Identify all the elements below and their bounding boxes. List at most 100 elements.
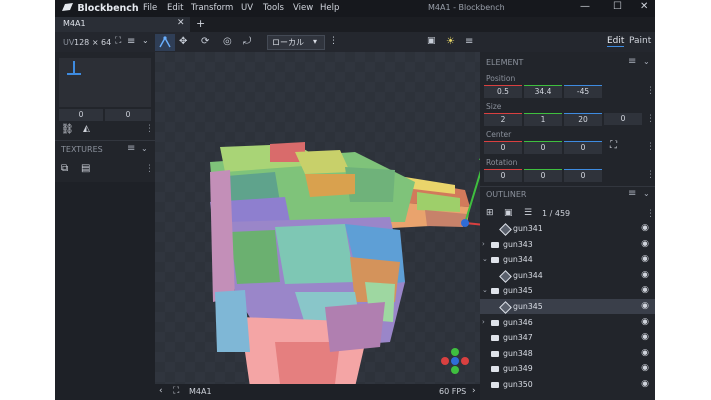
new-tab-button[interactable]: +	[196, 17, 205, 30]
menu-help[interactable]: Help	[320, 3, 339, 13]
mode-tab-paint[interactable]: Paint	[629, 36, 651, 46]
transform-space-select[interactable]: ローカル ▾	[267, 35, 325, 50]
lighting-icon[interactable]: ☀	[446, 36, 455, 47]
rotate-icon[interactable]: ⟳	[201, 36, 209, 47]
center-x-field[interactable]: 0	[484, 141, 522, 154]
maximize-button[interactable]: ☐	[613, 1, 622, 12]
visibility-eye-icon[interactable]: ◉	[641, 332, 649, 342]
rotation-y-field[interactable]: 0	[524, 169, 562, 182]
outliner-row[interactable]: › gun346 ◉	[480, 315, 655, 330]
mode-tab-edit[interactable]: Edit	[607, 36, 625, 47]
menu-edit[interactable]: Edit	[167, 3, 183, 13]
uv-more-icon[interactable]: ⋮	[145, 124, 154, 134]
textures-more-icon[interactable]: ⋮	[145, 164, 154, 174]
menu-view[interactable]: View	[293, 3, 313, 13]
visibility-eye-icon[interactable]: ◉	[641, 317, 649, 327]
uv-chevron-down-icon[interactable]: ⌄	[142, 36, 149, 45]
minimize-button[interactable]: —	[580, 1, 590, 12]
position-z-field[interactable]: -45	[564, 85, 602, 98]
center-y-field[interactable]: 0	[524, 141, 562, 154]
outliner-row[interactable]: gun347 ◉	[480, 330, 655, 345]
chevron-down-icon[interactable]: ⌄	[482, 255, 488, 263]
position-more-icon[interactable]: ⋮	[646, 86, 655, 96]
outliner-menu-icon[interactable]: ≡	[628, 188, 636, 199]
uv-canvas[interactable]	[59, 58, 151, 107]
screenshot-icon[interactable]: ▣	[427, 36, 436, 46]
outliner-row-label: gun341	[513, 224, 543, 233]
size-y-field[interactable]: 1	[524, 113, 562, 126]
outliner-row[interactable]: ⌄ gun345 ◉	[480, 283, 655, 298]
size-z-field[interactable]: 20	[564, 113, 602, 126]
visibility-eye-icon[interactable]: ◉	[641, 223, 649, 233]
uv-menu-icon[interactable]: ≡	[127, 36, 135, 47]
link-icon[interactable]: ⛓	[61, 124, 74, 135]
outliner-row[interactable]: › gun343 ◉	[480, 237, 655, 252]
add-texture-icon[interactable]: ⧉	[61, 163, 68, 174]
center-pivot-icon[interactable]: ⛶	[610, 140, 617, 151]
size-x-field[interactable]: 2	[484, 113, 522, 126]
pivot-icon[interactable]: ◎	[223, 36, 232, 47]
select-caret-icon: ▾	[313, 37, 318, 46]
status-chevron-left-icon[interactable]: ‹	[159, 386, 163, 396]
viewport-status-bar: ‹ ⛶ M4A1 60 FPS ›	[155, 384, 480, 400]
rotation-x-field[interactable]: 0	[484, 169, 522, 182]
outliner-row-label: gun345	[503, 286, 533, 296]
outliner-row-label: gun348	[503, 348, 533, 358]
more-options-icon[interactable]: ⋮	[329, 36, 338, 46]
inflate-field[interactable]: 0	[604, 113, 642, 125]
resize-icon[interactable]: ⤾	[243, 36, 251, 47]
rotation-more-icon[interactable]: ⋮	[646, 170, 655, 180]
move-tool-button[interactable]	[155, 34, 175, 51]
tab-m4a1[interactable]: M4A1 ✕	[55, 17, 190, 33]
menu-uv[interactable]: UV	[241, 3, 253, 13]
size-more-icon[interactable]: ⋮	[646, 114, 655, 124]
outliner-chevron-down-icon[interactable]: ⌄	[643, 189, 650, 198]
add-group-icon[interactable]: ▣	[504, 208, 513, 218]
status-chevron-right-icon[interactable]: ›	[472, 386, 476, 396]
visibility-eye-icon[interactable]: ◉	[641, 379, 649, 389]
position-x-field[interactable]: 0.5	[484, 85, 522, 98]
folder-icon	[491, 382, 499, 388]
tab-close-icon[interactable]: ✕	[177, 18, 185, 28]
chevron-right-icon[interactable]: ›	[482, 318, 485, 326]
textures-chevron-down-icon[interactable]: ⌄	[141, 144, 148, 153]
mirror-icon[interactable]: ◭	[83, 124, 90, 134]
visibility-eye-icon[interactable]: ◉	[641, 239, 649, 249]
center-more-icon[interactable]: ⋮	[646, 142, 655, 152]
element-chevron-down-icon[interactable]: ⌄	[643, 57, 650, 66]
menu-file[interactable]: File	[143, 3, 157, 13]
outliner-more-icon[interactable]: ⋮	[646, 209, 655, 219]
uv-fullscreen-icon[interactable]: ⛶	[115, 36, 121, 46]
visibility-eye-icon[interactable]: ◉	[641, 285, 649, 295]
3d-viewport[interactable]	[155, 52, 480, 384]
outliner-row[interactable]: gun349 ◉	[480, 361, 655, 376]
outliner-row[interactable]: gun344 ◉	[480, 268, 655, 283]
rotation-z-field[interactable]: 0	[564, 169, 602, 182]
outliner-row[interactable]: gun341 ◉	[480, 221, 655, 236]
import-texture-icon[interactable]: ▤	[81, 163, 90, 174]
visibility-eye-icon[interactable]: ◉	[641, 270, 649, 280]
textures-menu-icon[interactable]: ≡	[127, 143, 135, 154]
outliner-row[interactable]: gun348 ◉	[480, 346, 655, 361]
outliner-options-icon[interactable]: ☰	[524, 208, 532, 218]
uv-offset-y-field[interactable]: 0	[105, 109, 151, 121]
visibility-eye-icon[interactable]: ◉	[641, 254, 649, 264]
visibility-eye-icon[interactable]: ◉	[641, 348, 649, 358]
menu-transform[interactable]: Transform	[191, 3, 233, 13]
outliner-row[interactable]: gun345 ◉	[480, 299, 655, 314]
visibility-eye-icon[interactable]: ◉	[641, 363, 649, 373]
chevron-down-icon[interactable]: ⌄	[482, 286, 488, 294]
visibility-eye-icon[interactable]: ◉	[641, 301, 649, 311]
move-icon[interactable]: ✥	[179, 36, 187, 47]
viewport-menu-icon[interactable]: ≡	[465, 36, 473, 47]
outliner-row[interactable]: gun350 ◉	[480, 377, 655, 392]
menu-tools[interactable]: Tools	[263, 3, 284, 13]
uv-offset-x-field[interactable]: 0	[59, 109, 103, 121]
add-cube-icon[interactable]: ⊞	[486, 208, 494, 218]
center-z-field[interactable]: 0	[564, 141, 602, 154]
close-window-button[interactable]: ✕	[640, 1, 648, 12]
element-menu-icon[interactable]: ≡	[628, 56, 636, 67]
outliner-row[interactable]: ⌄ gun344 ◉	[480, 252, 655, 267]
chevron-right-icon[interactable]: ›	[482, 240, 485, 248]
position-y-field[interactable]: 34.4	[524, 85, 562, 98]
